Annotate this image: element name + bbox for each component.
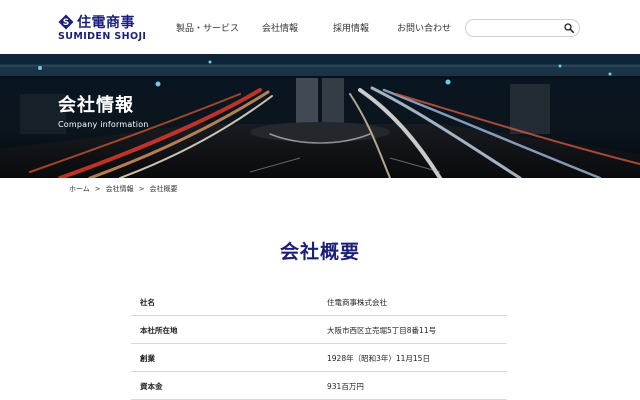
table-row: 創業 1928年（昭和3年）11月15日: [131, 344, 507, 372]
search-box: [465, 19, 580, 37]
hero-banner: 会社情報 Company information: [0, 54, 640, 178]
nav-products-services[interactable]: 製品・サービス: [176, 21, 239, 34]
logo-english-text: SUMIDEN SHOJI: [58, 31, 147, 42]
breadcrumb-home[interactable]: ホーム: [69, 184, 90, 194]
nav-contact[interactable]: お問い合わせ: [397, 21, 451, 34]
row-label: 本社所在地: [140, 326, 178, 335]
table-row: 資本金 931百万円: [131, 372, 507, 400]
row-value: 住電商事株式会社: [327, 298, 387, 307]
hero-title: 会社情報: [58, 95, 134, 116]
site-logo[interactable]: S 住電商事 SUMIDEN SHOJI: [58, 12, 146, 44]
table-row: 社名 住電商事株式会社: [131, 288, 507, 316]
row-label: 創業: [140, 354, 155, 363]
search-icon[interactable]: [564, 23, 574, 33]
breadcrumb-separator: >: [94, 185, 101, 193]
row-value: 1928年（昭和3年）11月15日: [327, 354, 430, 363]
search-input[interactable]: [474, 21, 560, 34]
breadcrumb-separator: >: [138, 185, 145, 193]
breadcrumb-company-info[interactable]: 会社情報: [106, 184, 134, 194]
row-value: 大阪市西区立売堀5丁目8番11号: [327, 326, 437, 335]
row-label: 社名: [140, 298, 155, 307]
row-label: 資本金: [140, 382, 163, 391]
nav-recruit[interactable]: 採用情報: [333, 21, 369, 34]
page-title: 会社概要: [279, 241, 360, 263]
logo-japanese-text: 住電商事: [77, 15, 135, 31]
row-value: 931百万円: [327, 382, 364, 391]
breadcrumb-current: 会社概要: [149, 185, 178, 193]
table-row: 本社所在地 大阪市西区立売堀5丁目8番11号: [131, 316, 507, 344]
sumiden-logo-icon: S: [58, 14, 74, 30]
hero-subtitle: Company information: [58, 120, 149, 129]
site-header: S 住電商事 SUMIDEN SHOJI 製品・サービス 会社情報 採用情報 お…: [0, 0, 640, 54]
breadcrumb: ホーム > 会社情報 > 会社概要: [69, 184, 178, 194]
nav-company-info[interactable]: 会社情報: [262, 21, 298, 34]
svg-text:S: S: [63, 18, 69, 28]
company-overview-table: 社名 住電商事株式会社 本社所在地 大阪市西区立売堀5丁目8番11号 創業 19…: [131, 288, 507, 400]
